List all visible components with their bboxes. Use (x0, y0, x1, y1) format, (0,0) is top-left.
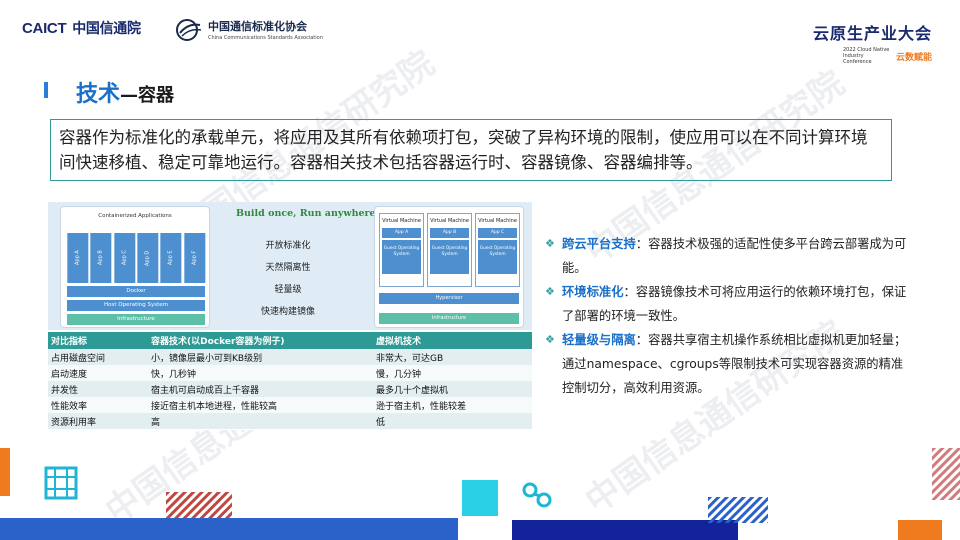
feature-label: 天然隔离性 (265, 263, 311, 273)
bullet-keyword: 环境标准化 (562, 285, 624, 299)
ccsa-emblem-icon (176, 18, 202, 41)
feature-label: 轻量级 (274, 285, 302, 295)
hatch-decoration (166, 492, 232, 518)
architecture-diagram: Containerized Applications App A App B A… (48, 202, 532, 330)
caict-logo-en: CAICT (22, 20, 67, 37)
diamond-bullet-icon: ❖ (545, 333, 555, 346)
infrastructure-layer: Infrastructure (67, 314, 205, 325)
circuit-icon (44, 466, 78, 500)
table-header-cell: 虚拟机技术 (373, 332, 532, 349)
hatch-decoration (708, 497, 768, 523)
table-cell: 快，几秒钟 (148, 365, 373, 381)
table-header-cell: 对比指标 (48, 332, 148, 349)
feature-bullets: ❖ 跨云平台支持：容器技术极强的适配性使多平台跨云部署成为可能。 ❖ 环境标准化… (545, 232, 915, 400)
vm-name: Virtual Machine (382, 218, 421, 224)
conference-logo: 云原生产业大会 2022 Cloud Native Industry Confe… (813, 20, 932, 65)
ccsa-name-cn: 中国通信标准化协会 (208, 20, 307, 33)
app-block: App F (183, 233, 205, 283)
table-row: 性能效率 接近宿主机本地进程，性能较高 逊于宿主机，性能较差 (48, 397, 532, 413)
vm-guest-os: Guest Operating System (382, 240, 421, 274)
ccsa-name-en: China Communications Standards Associati… (208, 35, 323, 41)
bullet-item: ❖ 跨云平台支持：容器技术极强的适配性使多平台跨云部署成为可能。 (545, 232, 915, 280)
page-title: 技术—容器 (76, 76, 174, 108)
intro-text: 容器作为标准化的承载单元，将应用及其所有依赖项打包，突破了异构环境的限制，使应用… (50, 119, 892, 181)
host-os-layer: Host Operating System (67, 300, 205, 311)
app-list: App A App B App C App D App E App F (67, 233, 205, 283)
table-cell: 非常大，可达GB (373, 349, 532, 365)
cloud-link-icon (522, 482, 552, 508)
diamond-bullet-icon: ❖ (545, 285, 555, 298)
table-header-row: 对比指标 容器技术(以Docker容器为例子) 虚拟机技术 (48, 332, 532, 349)
vm-infrastructure-layer: Infrastructure (379, 313, 519, 324)
comparison-table: 对比指标 容器技术(以Docker容器为例子) 虚拟机技术 占用磁盘空间 小，镜… (48, 332, 532, 429)
table-cell: 小，镜像层最小可到KB级别 (148, 349, 373, 365)
bullet-item: ❖ 轻量级与隔离：容器共享宿主机操作系统相比虚拟机更加轻量；通过namespac… (545, 328, 915, 400)
table-cell: 性能效率 (48, 397, 148, 413)
app-block: App D (136, 233, 159, 283)
bullet-item: ❖ 环境标准化：容器镜像技术可将应用运行的依赖环境打包，保证了部署的环境一致性。 (545, 280, 915, 328)
navy-bar-decoration (512, 520, 738, 540)
vm-guest-os: Guest Operating System (430, 240, 469, 274)
app-block: App E (160, 233, 182, 283)
table-cell: 慢，几分钟 (373, 365, 532, 381)
table-cell: 启动速度 (48, 365, 148, 381)
hypervisor-layer: Hypervisor (379, 293, 519, 304)
table-cell: 并发性 (48, 381, 148, 397)
feature-label: 开放标准化 (265, 241, 311, 251)
app-block: App C (113, 233, 135, 283)
cyan-square-decoration (462, 480, 498, 516)
virtual-machine: Virtual Machine App C Guest Operating Sy… (475, 213, 520, 287)
docker-layer: Docker (67, 286, 205, 297)
conference-title: 云原生产业大会 (812, 24, 932, 43)
containerized-label: Containerized Applications (98, 213, 172, 219)
table-cell: 接近宿主机本地进程，性能较高 (148, 397, 373, 413)
app-block: App B (90, 233, 112, 283)
table-cell: 占用磁盘空间 (48, 349, 148, 365)
caict-logo-cn: 中国信通院 (72, 21, 141, 37)
table-header-cell: 容器技术(以Docker容器为例子) (148, 332, 373, 349)
blue-bar-decoration (0, 518, 458, 540)
table-cell: 宿主机可启动成百上千容器 (148, 381, 373, 397)
table-cell: 资源利用率 (48, 413, 148, 429)
conference-slogan: 云数赋能 (895, 52, 932, 63)
caict-logo: CAICT 中国信通院 (22, 18, 141, 38)
comparison-figure: Containerized Applications App A App B A… (48, 202, 532, 430)
bullet-keyword: 轻量级与隔离 (562, 333, 636, 347)
ccsa-logo: 中国通信标准化协会 China Communications Standards… (176, 18, 323, 41)
title-accent-bar (44, 82, 48, 98)
vm-app: App C (478, 228, 517, 238)
feature-label: 快速构建镜像 (260, 307, 315, 317)
page-title-sub: —容器 (120, 85, 175, 106)
table-cell: 高 (148, 413, 373, 429)
vm-app: App A (382, 228, 421, 238)
table-row: 启动速度 快，几秒钟 慢，几分钟 (48, 365, 532, 381)
vm-guest-os: Guest Operating System (478, 240, 517, 274)
build-slogan: Build once, Run anywhere (236, 208, 376, 219)
table-cell: 最多几十个虚拟机 (373, 381, 532, 397)
orange-corner-decoration (898, 520, 942, 540)
bullet-keyword: 跨云平台支持 (562, 237, 636, 251)
virtual-machine: Virtual Machine App B Guest Operating Sy… (427, 213, 472, 287)
orange-bar-decoration (0, 448, 10, 496)
vm-name: Virtual Machine (478, 218, 517, 224)
conference-subtitle: 2022 Cloud Native Industry Conference (842, 47, 890, 65)
container-stack: Containerized Applications App A App B A… (60, 206, 210, 328)
table-cell: 低 (373, 413, 532, 429)
vm-stack: Virtual Machine App A Guest Operating Sy… (374, 206, 524, 328)
table-row: 资源利用率 高 低 (48, 413, 532, 429)
table-cell: 逊于宿主机，性能较差 (373, 397, 532, 413)
table-row: 并发性 宿主机可启动成百上千容器 最多几十个虚拟机 (48, 381, 532, 397)
hatch-decoration (932, 448, 960, 500)
virtual-machine: Virtual Machine App A Guest Operating Sy… (379, 213, 424, 287)
vm-app: App B (430, 228, 469, 238)
table-row: 占用磁盘空间 小，镜像层最小可到KB级别 非常大，可达GB (48, 349, 532, 365)
diamond-bullet-icon: ❖ (545, 237, 555, 250)
page-title-main: 技术 (76, 82, 121, 107)
vm-name: Virtual Machine (430, 218, 469, 224)
app-block: App A (67, 233, 89, 283)
